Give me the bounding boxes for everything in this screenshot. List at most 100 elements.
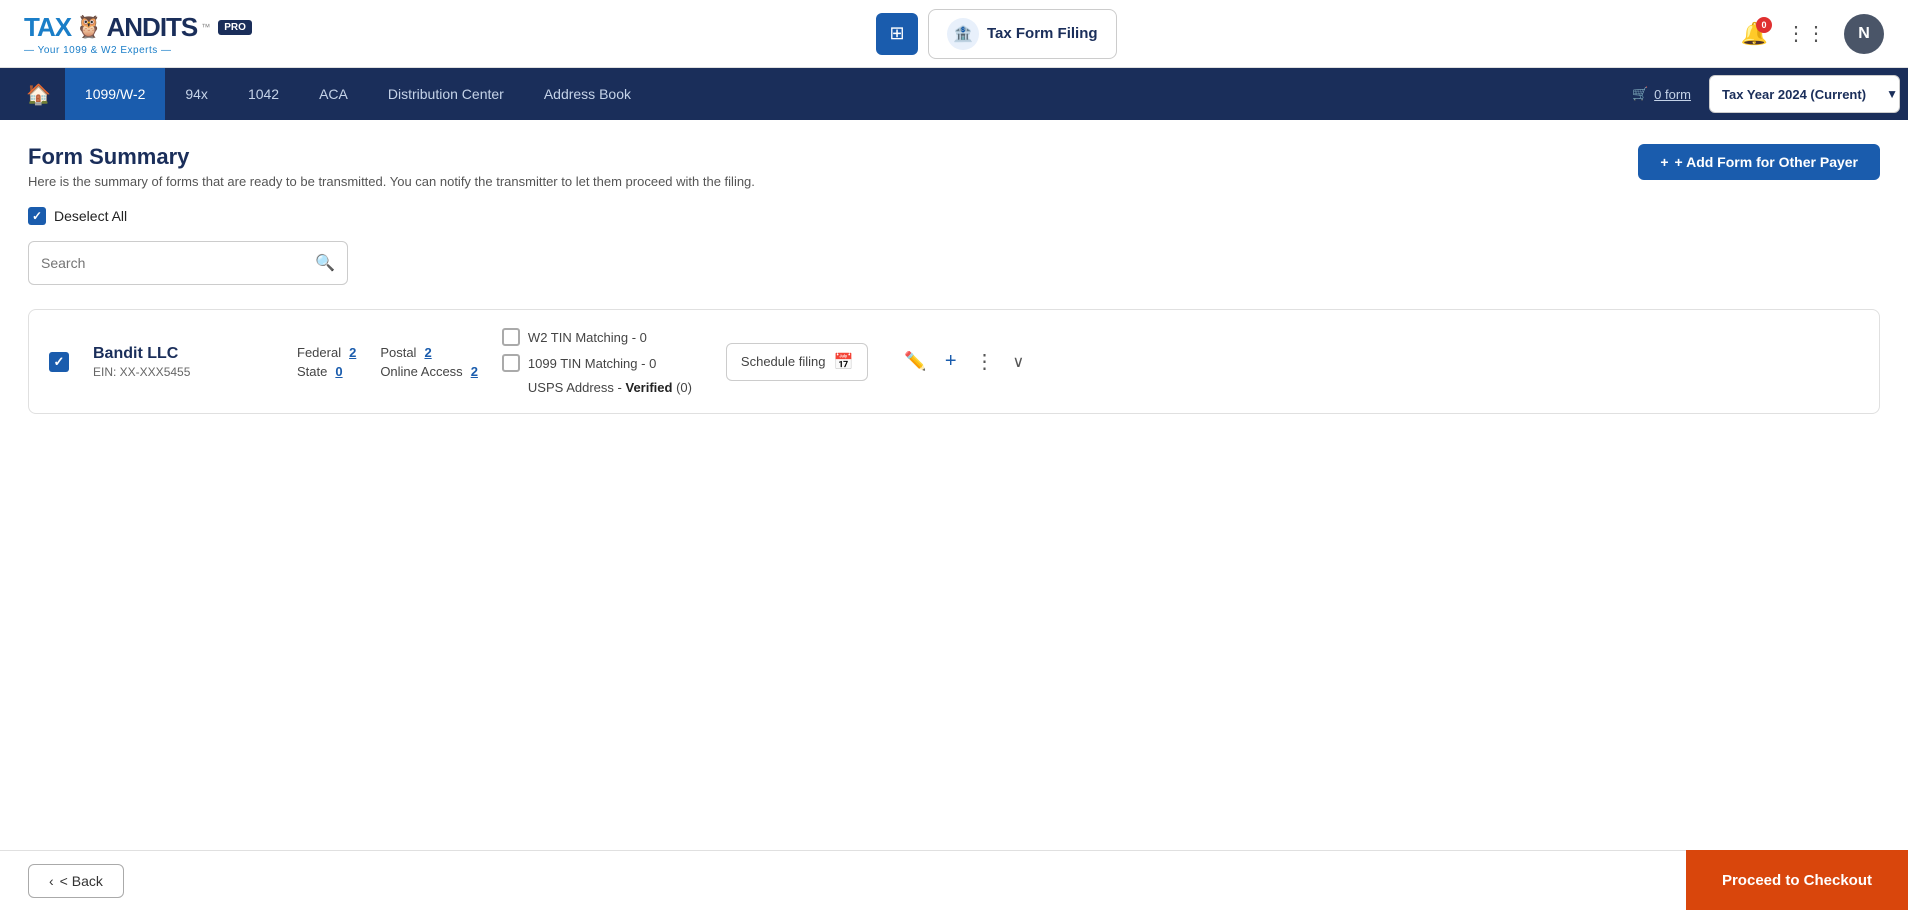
nav-item-1042-label: 1042 xyxy=(248,86,279,102)
filing-counts: Federal 2 State 0 Postal 2 Online Access… xyxy=(297,345,478,379)
postal-count-row: Postal 2 xyxy=(380,345,478,360)
deselect-all-label[interactable]: Deselect All xyxy=(54,208,127,224)
count-group-postal-online: Postal 2 Online Access 2 xyxy=(380,345,478,379)
postal-count[interactable]: 2 xyxy=(424,345,431,360)
search-input[interactable] xyxy=(41,255,315,271)
edit-button[interactable]: ✏️ xyxy=(900,347,930,376)
deselect-row: Deselect All xyxy=(28,207,1880,225)
logo-area: TAX 🦉 ANDITS ™ PRO — Your 1099 & W2 Expe… xyxy=(24,12,252,56)
w2-tin-label: W2 TIN Matching - 0 xyxy=(528,330,647,345)
state-count[interactable]: 0 xyxy=(335,364,342,379)
back-button[interactable]: ‹ < Back xyxy=(28,864,124,898)
usps-verified-label: Verified xyxy=(625,380,672,395)
w2-tin-checkbox[interactable] xyxy=(502,328,520,346)
checkout-label: Proceed to Checkout xyxy=(1722,872,1872,889)
cart-icon: 🛒 xyxy=(1632,86,1648,102)
expand-button[interactable]: ∨ xyxy=(1009,348,1029,376)
add-form-label: + Add Form for Other Payer xyxy=(1675,154,1858,170)
back-arrow-icon: ‹ xyxy=(49,873,54,889)
nav-item-aca[interactable]: ACA xyxy=(299,68,368,120)
add-form-button[interactable]: + + Add Form for Other Payer xyxy=(1638,144,1880,180)
search-box: 🔍 xyxy=(28,241,348,285)
nav-item-1099w2-label: 1099/W-2 xyxy=(85,86,145,102)
add-button[interactable]: + xyxy=(941,346,961,377)
nav-item-aca-label: ACA xyxy=(319,86,348,102)
payer-info: Bandit LLC EIN: XX-XXX5455 xyxy=(93,345,273,379)
online-access-count-row: Online Access 2 xyxy=(380,364,478,379)
back-label: < Back xyxy=(60,873,103,889)
federal-count-row: Federal 2 xyxy=(297,345,356,360)
usps-row: USPS Address - Verified (0) xyxy=(502,380,702,395)
state-count-row: State 0 xyxy=(297,364,356,379)
logo-tm: ™ xyxy=(201,22,210,32)
tin-1099-row: 1099 TIN Matching - 0 xyxy=(502,354,702,372)
footer: ‹ < Back Proceed to Checkout xyxy=(0,850,1908,910)
header-right: 🔔 0 ⋮⋮ N xyxy=(1741,14,1884,54)
nav-item-addressbook-label: Address Book xyxy=(544,86,631,102)
schedule-filing-button[interactable]: Schedule filing 📅 xyxy=(726,343,868,381)
main-content: Form Summary Here is the summary of form… xyxy=(0,120,1908,850)
nav-item-distribution[interactable]: Distribution Center xyxy=(368,68,524,120)
nav-item-1042[interactable]: 1042 xyxy=(228,68,299,120)
postal-label: Postal xyxy=(380,345,416,360)
federal-label: Federal xyxy=(297,345,341,360)
federal-count[interactable]: 2 xyxy=(349,345,356,360)
w2-tin-row: W2 TIN Matching - 0 xyxy=(502,328,702,346)
nav-item-addressbook[interactable]: Address Book xyxy=(524,68,651,120)
header-center: ⊞ 🏦 Tax Form Filing xyxy=(268,9,1725,59)
tin-section: W2 TIN Matching - 0 1099 TIN Matching - … xyxy=(502,328,702,395)
schedule-filing-label: Schedule filing xyxy=(741,354,826,369)
tax-year-wrapper: Tax Year 2024 (Current) Tax Year 2023 Ta… xyxy=(1709,75,1908,113)
payer-name: Bandit LLC xyxy=(93,345,273,363)
nav-item-distribution-label: Distribution Center xyxy=(388,86,504,102)
online-access-label: Online Access xyxy=(380,364,462,379)
nav-right: 🛒 0 form Tax Year 2024 (Current) Tax Yea… xyxy=(1614,68,1908,120)
more-options-button[interactable]: ⋮ xyxy=(971,345,999,378)
user-avatar-button[interactable]: N xyxy=(1844,14,1884,54)
nav-item-94x[interactable]: 94x xyxy=(165,68,228,120)
payer-checkbox[interactable] xyxy=(49,352,69,372)
usps-label: USPS Address - xyxy=(528,380,622,395)
cart-label: 0 form xyxy=(1654,87,1691,102)
logo-pro-badge: PRO xyxy=(218,20,252,35)
usps-count: (0) xyxy=(676,380,692,395)
payer-ein: EIN: XX-XXX5455 xyxy=(93,365,273,379)
page-header-row: Form Summary Here is the summary of form… xyxy=(28,144,1880,189)
page-title: Form Summary xyxy=(28,144,755,170)
payer-row: Bandit LLC EIN: XX-XXX5455 Federal 2 Sta… xyxy=(28,309,1880,414)
action-buttons: ✏️ + ⋮ ∨ xyxy=(900,345,1028,378)
home-icon: 🏠 xyxy=(26,82,51,107)
tax-form-icon: 🏦 xyxy=(947,18,979,50)
grid-dots-icon: ⋮⋮ xyxy=(1786,23,1826,45)
plus-icon: + xyxy=(1660,154,1668,170)
state-label: State xyxy=(297,364,327,379)
app-switcher-button[interactable]: ⊞ xyxy=(876,13,918,55)
logo-owl-icon: 🦉 xyxy=(75,14,102,40)
checkout-button[interactable]: Proceed to Checkout xyxy=(1686,850,1908,910)
grid-icon: ⊞ xyxy=(889,23,904,44)
tax-form-filing-button[interactable]: 🏦 Tax Form Filing xyxy=(928,9,1117,59)
notifications-button[interactable]: 🔔 0 xyxy=(1741,21,1768,47)
logo-tagline: — Your 1099 & W2 Experts — xyxy=(24,45,172,56)
cart-button[interactable]: 🛒 0 form xyxy=(1614,68,1709,120)
nav-item-94x-label: 94x xyxy=(185,86,208,102)
nav-bar: 🏠 1099/W-2 94x 1042 ACA Distribution Cen… xyxy=(0,68,1908,120)
nav-item-1099w2[interactable]: 1099/W-2 xyxy=(65,68,165,120)
tax-year-select[interactable]: Tax Year 2024 (Current) Tax Year 2023 Ta… xyxy=(1709,75,1900,113)
tin-1099-checkbox[interactable] xyxy=(502,354,520,372)
notifications-badge: 0 xyxy=(1756,17,1772,33)
apps-grid-button[interactable]: ⋮⋮ xyxy=(1786,21,1826,46)
online-access-count[interactable]: 2 xyxy=(471,364,478,379)
top-header: TAX 🦉 ANDITS ™ PRO — Your 1099 & W2 Expe… xyxy=(0,0,1908,68)
search-icon[interactable]: 🔍 xyxy=(315,253,335,273)
tin-1099-label: 1099 TIN Matching - 0 xyxy=(528,356,656,371)
calendar-icon: 📅 xyxy=(833,352,853,372)
page-subtitle: Here is the summary of forms that are re… xyxy=(28,174,755,189)
tax-form-filing-label: Tax Form Filing xyxy=(987,25,1098,42)
logo-bandits: ANDITS xyxy=(106,12,197,43)
logo-tax: TAX xyxy=(24,12,71,43)
nav-home-button[interactable]: 🏠 xyxy=(12,68,65,120)
count-group-federal-state: Federal 2 State 0 xyxy=(297,345,356,379)
deselect-all-checkbox[interactable] xyxy=(28,207,46,225)
page-header-left: Form Summary Here is the summary of form… xyxy=(28,144,755,189)
